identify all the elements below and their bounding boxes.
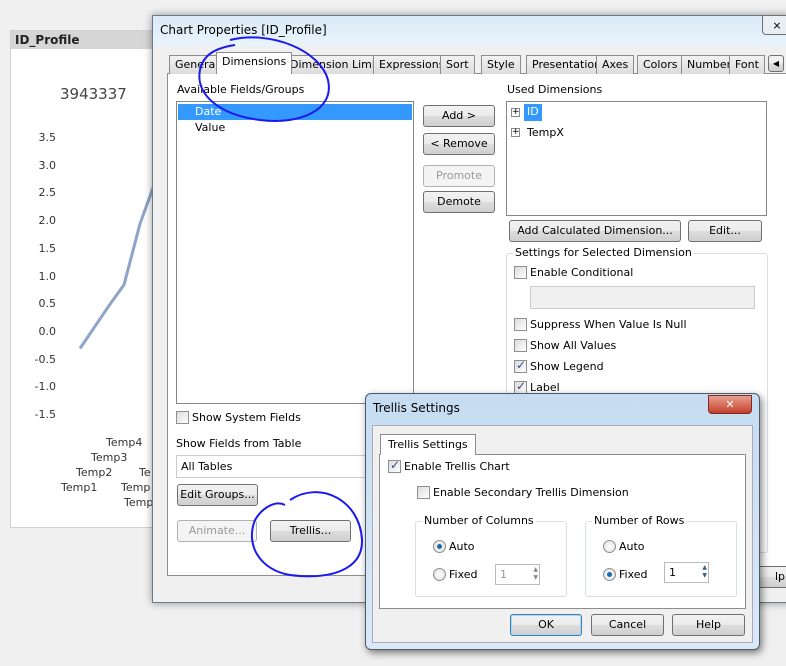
columns-title: Number of Columns <box>422 514 536 527</box>
conditional-input[interactable] <box>530 286 755 309</box>
enable-conditional-checkbox[interactable] <box>514 266 527 279</box>
show-all-values-checkbox[interactable] <box>514 339 527 352</box>
used-dimensions-tree[interactable]: + ID + TempX <box>506 101 767 216</box>
table-select[interactable]: All Tables <box>176 455 376 478</box>
enable-trellis-label: Enable Trellis Chart <box>404 460 510 473</box>
rows-auto-label: Auto <box>619 540 645 553</box>
available-fields-list[interactable]: Date Value <box>176 101 414 404</box>
show-system-fields-checkbox[interactable] <box>176 411 189 424</box>
trellis-tab[interactable]: Trellis Settings <box>380 434 476 455</box>
tab-colors[interactable]: Colors <box>637 55 684 74</box>
edit-button[interactable]: Edit... <box>688 220 762 242</box>
trellis-title[interactable]: Trellis Settings <box>373 401 460 415</box>
columns-stepper[interactable]: 1 ▲ ▼ <box>495 564 540 585</box>
rows-auto-radio[interactable] <box>603 540 616 553</box>
list-item[interactable]: Value <box>177 120 413 136</box>
remove-button[interactable]: < Remove <box>423 133 495 155</box>
x-tick-label: Temp2 <box>76 466 113 479</box>
x-tick-label: Temp1 <box>61 481 98 494</box>
tree-item[interactable]: ID <box>524 104 542 121</box>
table-select-value: All Tables <box>181 460 233 473</box>
rows-title: Number of Rows <box>592 514 687 527</box>
series-line <box>78 181 157 350</box>
tab-dimensions[interactable]: Dimensions <box>216 52 293 74</box>
show-system-fields-label: Show System Fields <box>192 411 301 424</box>
expand-icon[interactable]: + <box>511 128 520 137</box>
used-dimensions-label: Used Dimensions <box>507 83 603 96</box>
enable-trellis-checkbox[interactable] <box>388 458 401 473</box>
demote-button[interactable]: Demote <box>423 191 495 213</box>
x-tick-label: Te <box>139 466 151 479</box>
suppress-null-label: Suppress When Value Is Null <box>530 318 687 331</box>
rows-stepper[interactable]: 1 ▲ ▼ <box>664 562 709 583</box>
rows-group: Number of Rows <box>585 514 737 597</box>
expand-icon[interactable]: + <box>511 108 520 117</box>
help-button[interactable]: Help <box>672 614 745 636</box>
columns-auto-radio[interactable] <box>433 540 446 553</box>
x-tick-label: Temp4 <box>106 436 143 449</box>
help-label: lp <box>774 570 785 583</box>
show-all-values-label: Show All Values <box>530 339 617 352</box>
close-button[interactable]: ✕ <box>708 395 752 414</box>
x-tick-label: Temp <box>121 481 151 494</box>
cancel-button[interactable]: Cancel <box>591 614 664 636</box>
available-fields-label: Available Fields/Groups <box>177 83 305 96</box>
spinner-arrows-icon[interactable]: ▲ ▼ <box>533 566 538 582</box>
show-fields-from-table-label: Show Fields from Table <box>176 437 302 450</box>
edit-groups-button[interactable]: Edit Groups... <box>177 484 258 506</box>
tab-presentation[interactable]: Presentation <box>526 55 608 74</box>
settings-group-title: Settings for Selected Dimension <box>513 246 694 259</box>
tab-scroll-left[interactable]: ◀ <box>768 55 784 72</box>
rows-fixed-label: Fixed <box>619 568 648 581</box>
rows-value: 1 <box>669 566 676 579</box>
columns-fixed-radio[interactable] <box>433 568 446 581</box>
promote-button[interactable]: Promote <box>423 165 495 187</box>
dialog-title: Chart Properties [ID_Profile] <box>160 23 327 37</box>
animate-button[interactable]: Animate... <box>177 520 257 542</box>
show-legend-label: Show Legend <box>530 360 604 373</box>
x-tick-label: Temp3 <box>91 451 128 464</box>
suppress-null-checkbox[interactable] <box>514 318 527 331</box>
enable-conditional-label: Enable Conditional <box>530 266 634 279</box>
trellis-button[interactable]: Trellis... <box>270 520 351 542</box>
ok-button[interactable]: OK <box>510 614 582 636</box>
dialog-titlebar[interactable]: Chart Properties [ID_Profile] <box>153 16 786 46</box>
show-legend-checkbox[interactable] <box>514 358 527 373</box>
rows-fixed-radio[interactable] <box>603 568 616 581</box>
tab-font[interactable]: Font <box>729 55 765 74</box>
tab-expressions[interactable]: Expressions <box>373 55 451 74</box>
tree-item[interactable]: TempX <box>527 126 564 139</box>
columns-fixed-label: Fixed <box>449 568 478 581</box>
tab-sort[interactable]: Sort <box>440 55 475 74</box>
x-tick-label: Temp <box>124 496 154 509</box>
secondary-trellis-checkbox[interactable] <box>417 486 430 499</box>
secondary-trellis-label: Enable Secondary Trellis Dimension <box>433 486 629 499</box>
close-button[interactable]: ⨯ <box>762 15 786 35</box>
list-item[interactable]: Date <box>178 104 412 120</box>
tab-style[interactable]: Style <box>481 55 521 74</box>
columns-auto-label: Auto <box>449 540 475 553</box>
add-button[interactable]: Add > <box>423 105 495 127</box>
tab-axes[interactable]: Axes <box>596 55 635 74</box>
add-calculated-dimension-button[interactable]: Add Calculated Dimension... <box>509 220 681 242</box>
columns-group: Number of Columns <box>415 514 567 597</box>
columns-value: 1 <box>500 568 507 581</box>
spinner-arrows-icon[interactable]: ▲ ▼ <box>702 564 707 580</box>
